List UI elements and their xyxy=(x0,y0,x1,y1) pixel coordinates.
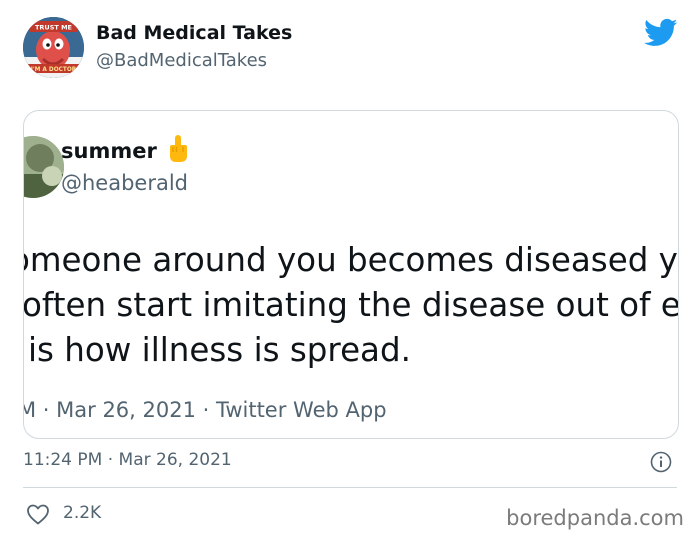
author-avatar[interactable]: TRUST ME I'M A DOCTOR xyxy=(23,17,84,78)
avatar-illustration: TRUST ME I'M A DOCTOR xyxy=(23,17,84,78)
avatar-badge-top: TRUST ME xyxy=(35,23,72,31)
quoted-text-line-1: omeone around you becomes diseased y xyxy=(23,241,678,279)
quoted-text-line-3: is how illness is spread. xyxy=(28,331,411,369)
quoted-handle[interactable]: @heaberald xyxy=(61,171,188,195)
like-count[interactable]: 2.2K xyxy=(63,503,101,523)
quoted-avatar[interactable] xyxy=(24,136,64,198)
author-display-name[interactable]: Bad Medical Takes xyxy=(96,22,292,44)
quoted-tweet-text: omeone around you becomes diseased y oft… xyxy=(23,238,679,373)
tweet-timestamp[interactable]: 11:24 PM · Mar 26, 2021 xyxy=(23,450,232,470)
author-handle[interactable]: @BadMedicalTakes xyxy=(96,50,267,71)
quoted-tweet-meta[interactable]: M · Mar 26, 2021 · Twitter Web App xyxy=(24,398,387,422)
quoted-avatar-image xyxy=(24,136,64,198)
twitter-bird-icon[interactable] xyxy=(644,18,678,48)
avatar-badge-bottom: I'M A DOCTOR xyxy=(31,67,77,73)
middle-finger-emoji-icon xyxy=(170,135,187,162)
quoted-display-name[interactable]: summer xyxy=(61,139,157,163)
heart-icon[interactable] xyxy=(26,503,50,525)
info-icon[interactable] xyxy=(650,451,672,473)
quoted-tweet-card[interactable]: summer @heaberald omeone around you beco… xyxy=(23,110,679,439)
quoted-text-line-2: often start imitating the disease out of… xyxy=(23,286,679,324)
divider xyxy=(23,487,677,488)
watermark: boredpanda.com xyxy=(506,506,684,530)
